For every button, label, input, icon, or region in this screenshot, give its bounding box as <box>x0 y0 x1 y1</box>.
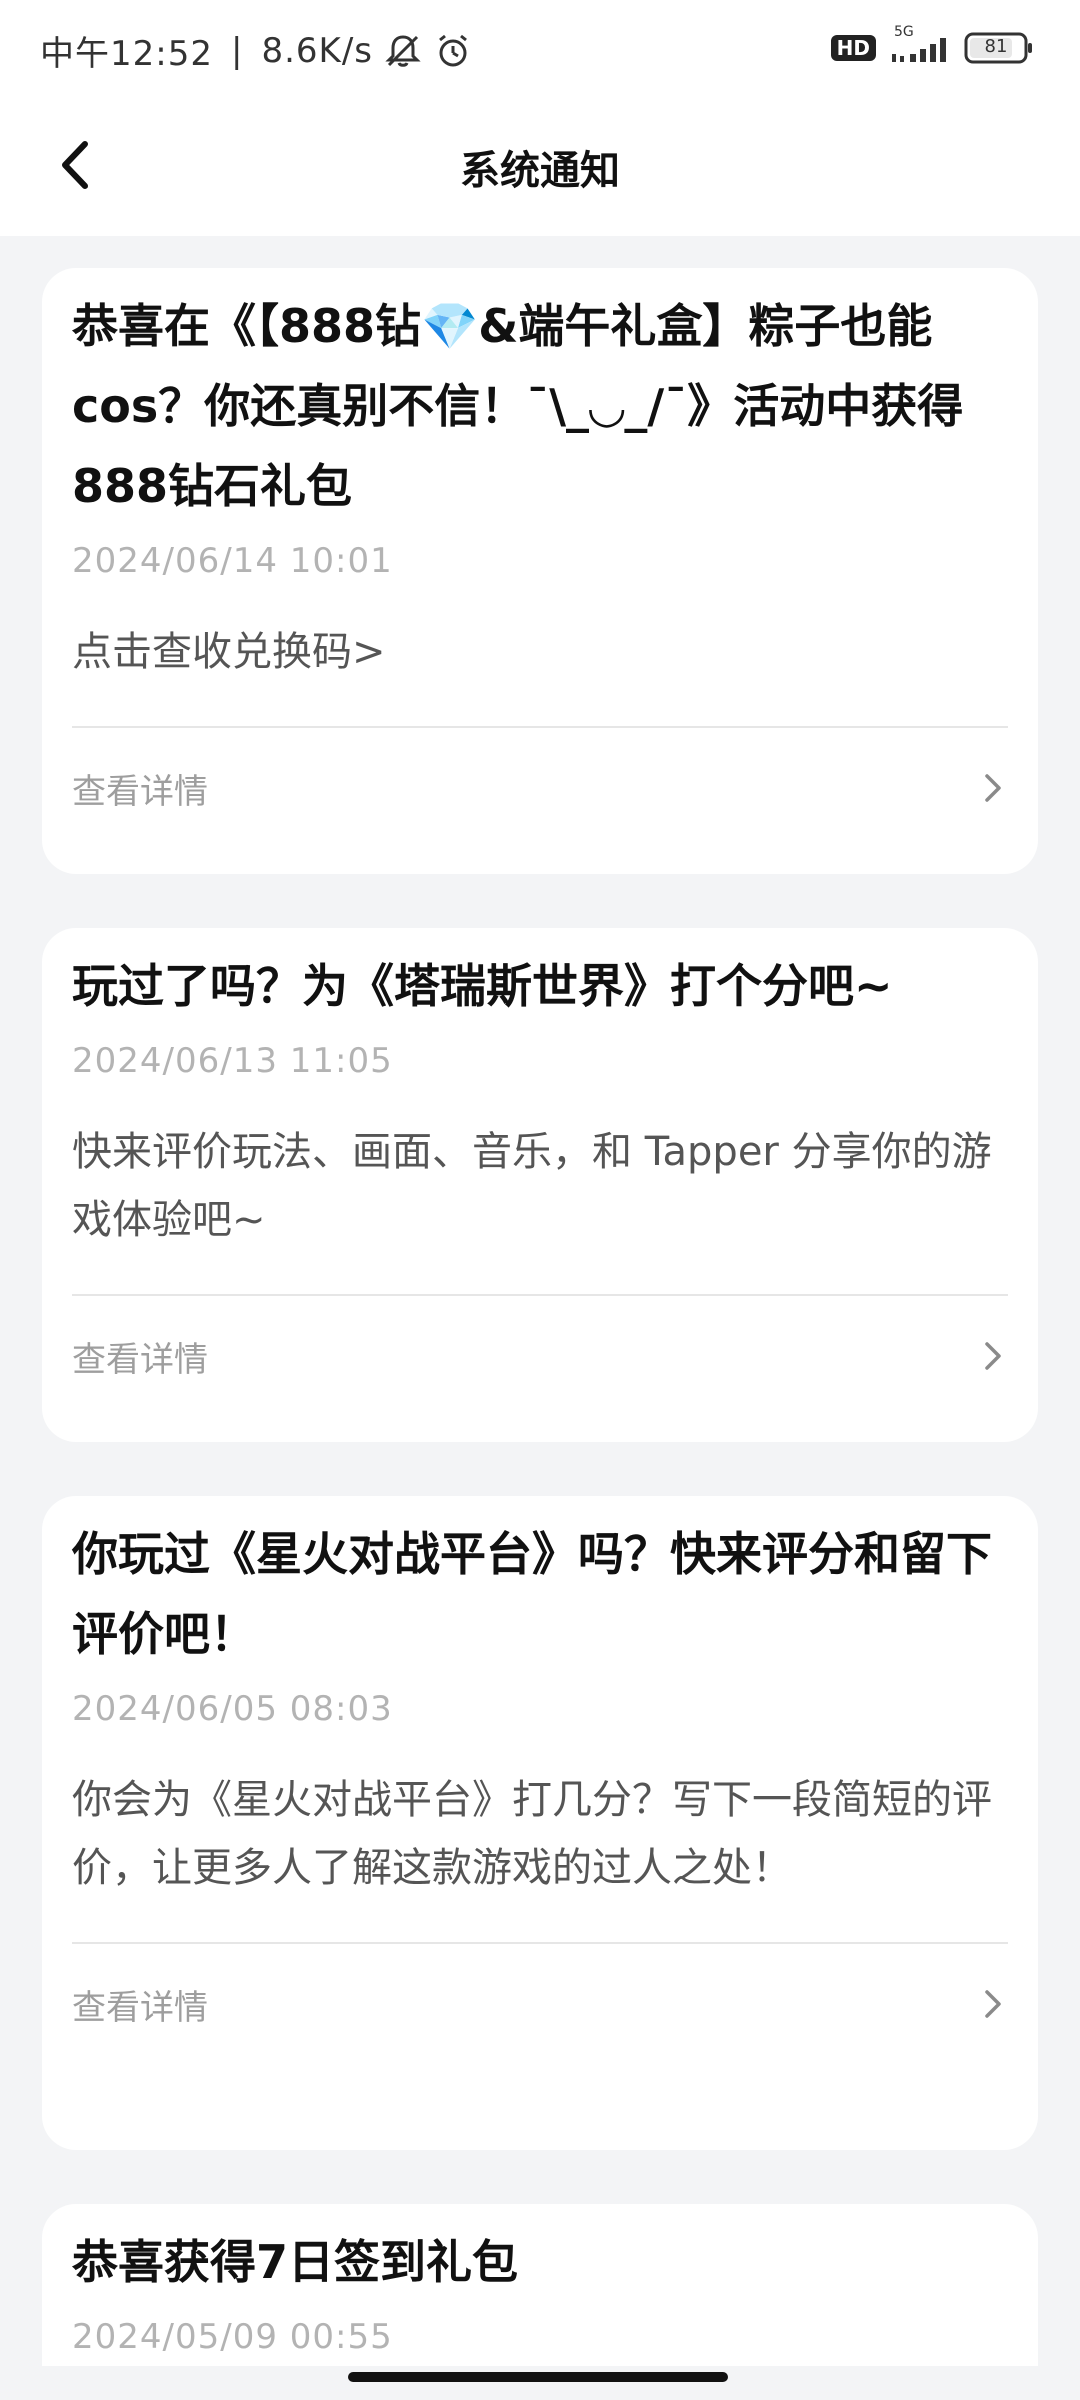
battery-icon: 81 <box>964 30 1034 66</box>
notification-card[interactable]: 你玩过《星火对战平台》吗？快来评分和留下评价吧！ 2024/06/05 08:0… <box>42 1496 1038 2150</box>
notification-date: 2024/06/05 08:03 <box>72 1689 393 1729</box>
view-details-label: 查看详情 <box>72 771 208 812</box>
notification-card[interactable]: 恭喜获得7日签到礼包 2024/05/09 00:55 <box>42 2204 1038 2366</box>
view-details-row[interactable]: 查看详情 <box>72 1296 1008 1416</box>
status-time: 中午12:52 <box>40 34 213 74</box>
notification-list[interactable]: 恭喜在《【888钻💎&端午礼盒】粽子也能cos？你还真别不信！¯\_◡_/¯》活… <box>0 236 1080 2366</box>
notification-body-link[interactable]: 点击查收兑换码> <box>72 618 1008 686</box>
status-separator: | <box>230 30 244 71</box>
notification-title: 你玩过《星火对战平台》吗？快来评分和留下评价吧！ <box>72 1527 992 1661</box>
view-details-row[interactable]: 查看详情 <box>72 728 1008 848</box>
battery-level: 81 <box>984 36 1008 57</box>
hd-badge: HD <box>830 35 876 61</box>
bell-muted-icon <box>383 31 423 71</box>
notification-card[interactable]: 恭喜在《【888钻💎&端午礼盒】粽子也能cos？你还真别不信！¯\_◡_/¯》活… <box>42 268 1038 874</box>
view-details-row[interactable]: 查看详情 <box>72 1944 1008 2064</box>
view-details-label: 查看详情 <box>72 1987 208 2028</box>
notification-date: 2024/06/13 11:05 <box>72 1041 393 1081</box>
notification-card[interactable]: 玩过了吗？为《塔瑞斯世界》打个分吧~ 2024/06/13 11:05 快来评价… <box>42 928 1038 1442</box>
header: 系统通知 <box>0 100 1080 236</box>
signal-icon: 5G <box>888 24 952 68</box>
status-right: HD 5G 81 <box>830 24 1034 68</box>
page-title: 系统通知 <box>460 148 620 194</box>
status-net-speed: 8.6K/s <box>261 30 373 71</box>
status-left: 中午12:52 | 8.6K/s <box>40 26 473 75</box>
notification-date: 2024/05/09 00:55 <box>72 2317 393 2357</box>
chevron-right-icon <box>985 774 1001 802</box>
notification-body: 你会为《星火对战平台》打几分？写下一段简短的评价，让更多人了解这款游戏的过人之处… <box>72 1777 992 1891</box>
view-details-label: 查看详情 <box>72 1339 208 1380</box>
notification-date: 2024/06/14 10:01 <box>72 541 393 581</box>
chevron-right-icon <box>985 1342 1001 1370</box>
home-indicator[interactable] <box>348 2372 728 2382</box>
notification-body: 快来评价玩法、画面、音乐，和 Tapper 分享你的游戏体验吧~ <box>72 1129 992 1243</box>
chevron-right-icon <box>985 1990 1001 2018</box>
alarm-icon <box>433 31 473 71</box>
notification-title: 恭喜获得7日签到礼包 <box>72 2235 519 2289</box>
status-bar: 中午12:52 | 8.6K/s HD 5G 81 <box>0 0 1080 100</box>
notification-title: 恭喜在《【888钻💎&端午礼盒】粽子也能cos？你还真别不信！¯\_◡_/¯》活… <box>72 299 964 513</box>
notification-title: 玩过了吗？为《塔瑞斯世界》打个分吧~ <box>72 959 893 1013</box>
